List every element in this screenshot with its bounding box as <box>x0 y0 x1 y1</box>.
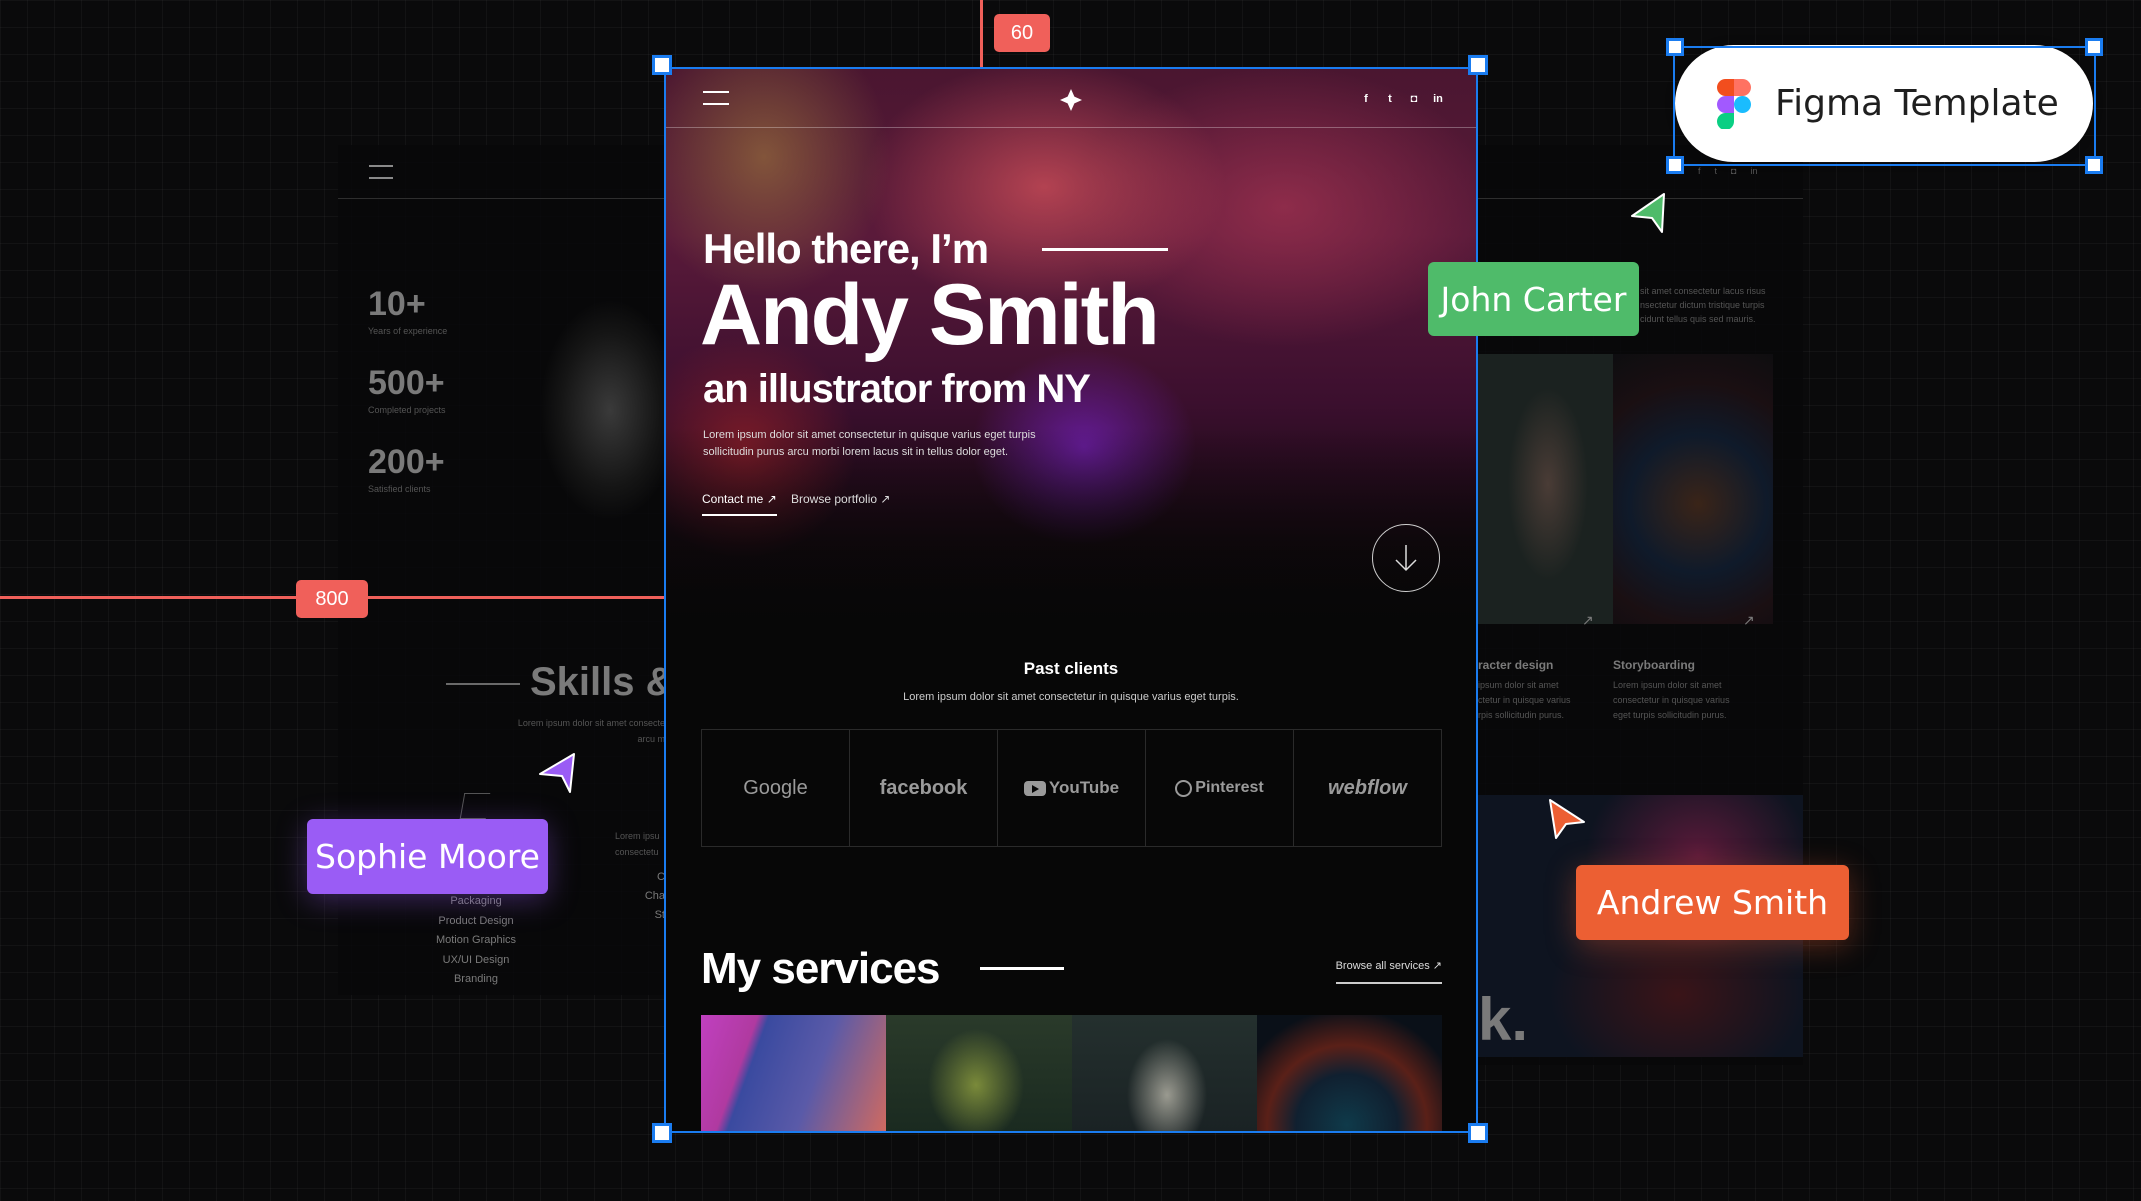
linkedin-icon[interactable]: in <box>1750 166 1757 176</box>
skill-item: Cha <box>644 890 665 902</box>
skill-item: Packaging <box>450 895 502 907</box>
service-desc: ctetur in quisque varius <box>1478 695 1571 705</box>
skills-list: Packaging Product Design Motion Graphics… <box>420 892 532 990</box>
service-card-storyboarding: Storyboarding Lorem ipsum dolor sit amet… <box>1613 658 1730 723</box>
resize-handle-top-right[interactable] <box>1468 55 1488 75</box>
stat-years: 10+ Years of experience <box>368 285 447 336</box>
skill-item: St <box>654 909 665 921</box>
service-desc: ipsum dolor sit amet <box>1478 680 1559 690</box>
about-text: sit amet consectetur lacus risus nsectet… <box>1640 284 1766 326</box>
vertical-spacing-ruler <box>980 0 983 67</box>
skill-item: UX/UI Design <box>442 953 510 966</box>
service-desc: eget turpis sollicitudin purus. <box>1613 710 1727 720</box>
stat-label: Satisfied clients <box>368 484 431 494</box>
stat-value: 500+ <box>368 364 445 402</box>
badge-selection-border <box>1673 46 2096 166</box>
facebook-icon[interactable]: f <box>1698 166 1701 176</box>
skill-item: Product Design <box>438 914 514 927</box>
work-title-fragment: k. <box>1478 986 1529 1053</box>
arrow-icon[interactable]: ↗ <box>1743 612 1755 629</box>
stat-label: Years of experience <box>368 326 448 336</box>
left-menu-icon[interactable] <box>369 165 393 179</box>
resize-handle-top-left[interactable] <box>652 55 672 75</box>
cursor-andrew-smith-icon <box>1549 799 1585 839</box>
skills-title: Skills & <box>530 660 670 704</box>
badge-handle[interactable] <box>2085 156 2103 174</box>
design-tools-icon <box>459 793 491 819</box>
collaborator-tag-sophie-moore: Sophie Moore <box>307 819 548 894</box>
service-card-character: racter design ipsum dolor sit amet ctetu… <box>1478 658 1571 723</box>
left-nav-divider <box>338 198 668 199</box>
skills-col2: Lorem ipsu consectetu C Cha St <box>615 828 665 925</box>
stat-projects: 500+ Completed projects <box>368 364 446 415</box>
selection-border <box>664 67 1478 1133</box>
resize-handle-bottom-left[interactable] <box>652 1123 672 1143</box>
arrow-icon[interactable]: ↗ <box>1582 612 1594 629</box>
about-line: cidunt tellus quis sed mauris. <box>1640 314 1756 324</box>
service-title: Storyboarding <box>1613 658 1696 672</box>
collaborator-tag-john-carter: John Carter <box>1428 262 1639 336</box>
skill-item: Branding <box>453 973 499 985</box>
resize-handle-bottom-right[interactable] <box>1468 1123 1488 1143</box>
portrait-image <box>500 260 668 560</box>
skill-item: C <box>657 871 665 883</box>
badge-handle[interactable] <box>2085 38 2103 56</box>
service-desc: rpis sollicitudin purus. <box>1478 710 1565 720</box>
col2-desc: Lorem ipsu <box>615 831 660 841</box>
instagram-icon[interactable]: ◘ <box>1731 166 1736 176</box>
spacing-badge-left: 800 <box>296 580 368 618</box>
service-image-spiral[interactable] <box>1613 354 1773 624</box>
cursor-sophie-moore-icon <box>539 753 575 793</box>
stat-clients: 200+ Satisfied clients <box>368 443 445 494</box>
badge-handle[interactable] <box>1666 156 1684 174</box>
stat-label: Completed projects <box>368 405 446 415</box>
badge-handle[interactable] <box>1666 38 1684 56</box>
stat-value: 200+ <box>368 443 445 481</box>
collaborator-tag-andrew-smith: Andrew Smith <box>1576 865 1849 940</box>
skills-desc-line: arcu m <box>637 734 665 744</box>
service-desc: Lorem ipsum dolor sit amet <box>1613 680 1722 690</box>
col2-desc: consectetu <box>615 847 659 857</box>
about-line: sit amet consectetur lacus risus <box>1640 286 1766 296</box>
service-desc: consectetur in quisque varius <box>1613 695 1730 705</box>
service-image-armor[interactable] <box>1478 354 1613 624</box>
right-socials: f t ◘ in <box>1698 166 1757 176</box>
cursor-john-carter-icon <box>1631 193 1665 233</box>
skills-description: Lorem ipsum dolor sit amet consecte arcu… <box>450 715 665 747</box>
twitter-icon[interactable]: t <box>1715 166 1718 176</box>
spacing-badge-top: 60 <box>994 14 1050 52</box>
skill-item: Motion Graphics <box>435 934 517 946</box>
stat-value: 10+ <box>368 285 426 323</box>
skills-desc-line: Lorem ipsum dolor sit amet consecte <box>517 718 665 728</box>
service-title: racter design <box>1478 658 1554 672</box>
skills-line <box>446 683 520 685</box>
about-line: nsectetur dictum tristique turpis <box>1640 300 1765 310</box>
